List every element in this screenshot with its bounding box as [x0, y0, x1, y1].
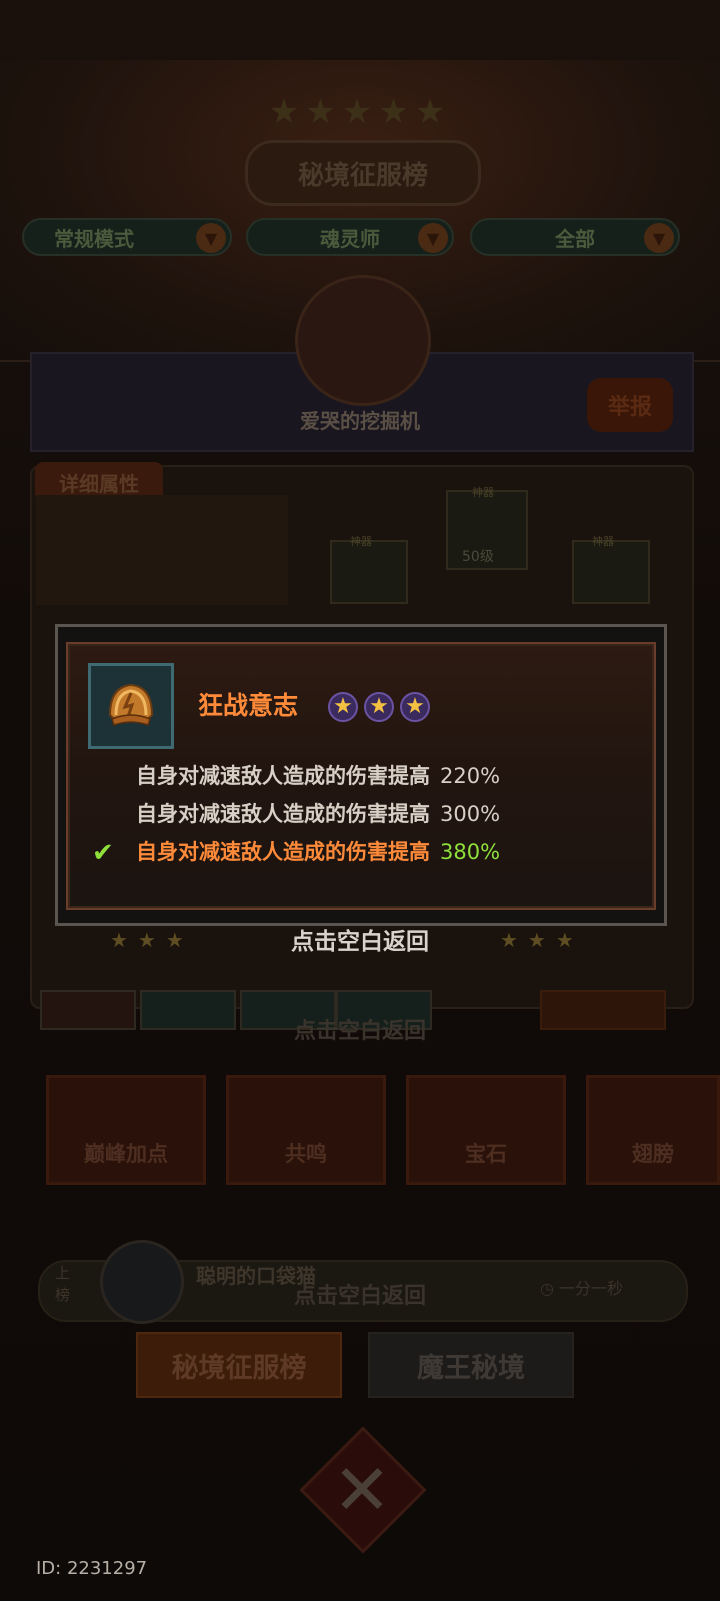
skill-tile-wings[interactable]: 翅膀 — [586, 1075, 720, 1185]
chevron-down-icon: ▼ — [196, 223, 226, 253]
checkmark-icon: ✔ — [92, 838, 114, 868]
skill-level-value: 220% — [440, 764, 501, 788]
scope-filter[interactable]: 全部 ▼ — [470, 218, 680, 256]
skill-tile-label: 共鸣 — [285, 1142, 327, 1166]
player-name: 爱哭的挖掘机 — [300, 409, 420, 433]
skill-icon-frame — [88, 663, 174, 749]
user-id: ID: 2231297 — [36, 1558, 148, 1579]
skill-level-3-active: 自身对减速敌人造成的伤害提高 380% — [136, 836, 500, 866]
dismiss-hint[interactable]: 点击空白返回 — [0, 922, 720, 956]
artifact-slot[interactable] — [572, 540, 650, 604]
skill-level-text: 自身对减速敌人造成的伤害提高 — [136, 764, 430, 788]
skill-level-text: 自身对减速敌人造成的伤害提高 — [136, 840, 430, 864]
skill-tile-resonance[interactable]: 共鸣 — [226, 1075, 386, 1185]
skill-level-value: 380% — [440, 840, 501, 864]
skill-name: 狂战意志 — [198, 691, 299, 720]
leaderboard-title: 秘境征服榜 — [245, 140, 481, 206]
artifact-slot-label: 神器 — [592, 535, 614, 548]
dismiss-hint-background: 点击空白返回 — [293, 1019, 426, 1044]
clock-icon: ◷ — [540, 1279, 560, 1298]
skill-level-2: 自身对减速敌人造成的伤害提高 300% — [136, 798, 500, 828]
crossed-swords-icon: ✕ — [332, 1449, 392, 1531]
skill-level-1: 自身对减速敌人造成的伤害提高 220% — [136, 760, 500, 790]
player-avatar — [295, 275, 431, 406]
mode-filter[interactable]: 常规模式 ▼ — [22, 218, 232, 256]
artifact-slot-label: 神器 — [350, 535, 372, 548]
report-button[interactable]: 举报 — [587, 378, 673, 432]
artifact-slot-label: 神器 — [472, 486, 494, 499]
skill-stars: ★ ★ ★ — [328, 692, 430, 722]
star-icon: ★ — [400, 692, 430, 722]
skill-tile-label: 巅峰加点 — [84, 1142, 168, 1166]
rank-time-value: 一分一秒 — [559, 1279, 624, 1298]
star-icon: ★ — [364, 692, 394, 722]
skill-level-value: 300% — [440, 802, 501, 826]
skill-tile-label: 宝石 — [465, 1142, 507, 1166]
skill-tile-label: 翅膀 — [632, 1142, 674, 1166]
class-filter-label: 魂灵师 — [320, 226, 380, 251]
skill-tile-peak-points[interactable]: 巅峰加点 — [46, 1075, 206, 1185]
rank-time: ◷ 一分一秒 — [540, 1275, 623, 1299]
artifact-slot[interactable] — [330, 540, 408, 604]
chevron-down-icon: ▼ — [644, 223, 674, 253]
chevron-down-icon: ▼ — [418, 223, 448, 253]
mode-filter-label: 常规模式 — [54, 226, 134, 251]
tab-demon-realm[interactable]: 魔王秘境 — [368, 1332, 574, 1398]
scope-filter-label: 全部 — [555, 226, 595, 251]
class-filter[interactable]: 魂灵师 ▼ — [246, 218, 454, 256]
title-stars-decoration: ★★★★★ — [268, 92, 452, 132]
tab-conquest-leaderboard[interactable]: 秘境征服榜 — [136, 1332, 342, 1398]
skill-level-text: 自身对减速敌人造成的伤害提高 — [136, 802, 430, 826]
helmet-icon — [108, 683, 154, 726]
star-icon: ★ — [328, 692, 358, 722]
character-portrait — [36, 495, 288, 605]
artifact-level: 50级 — [462, 549, 494, 565]
skill-tile-gem[interactable]: 宝石 — [406, 1075, 566, 1185]
